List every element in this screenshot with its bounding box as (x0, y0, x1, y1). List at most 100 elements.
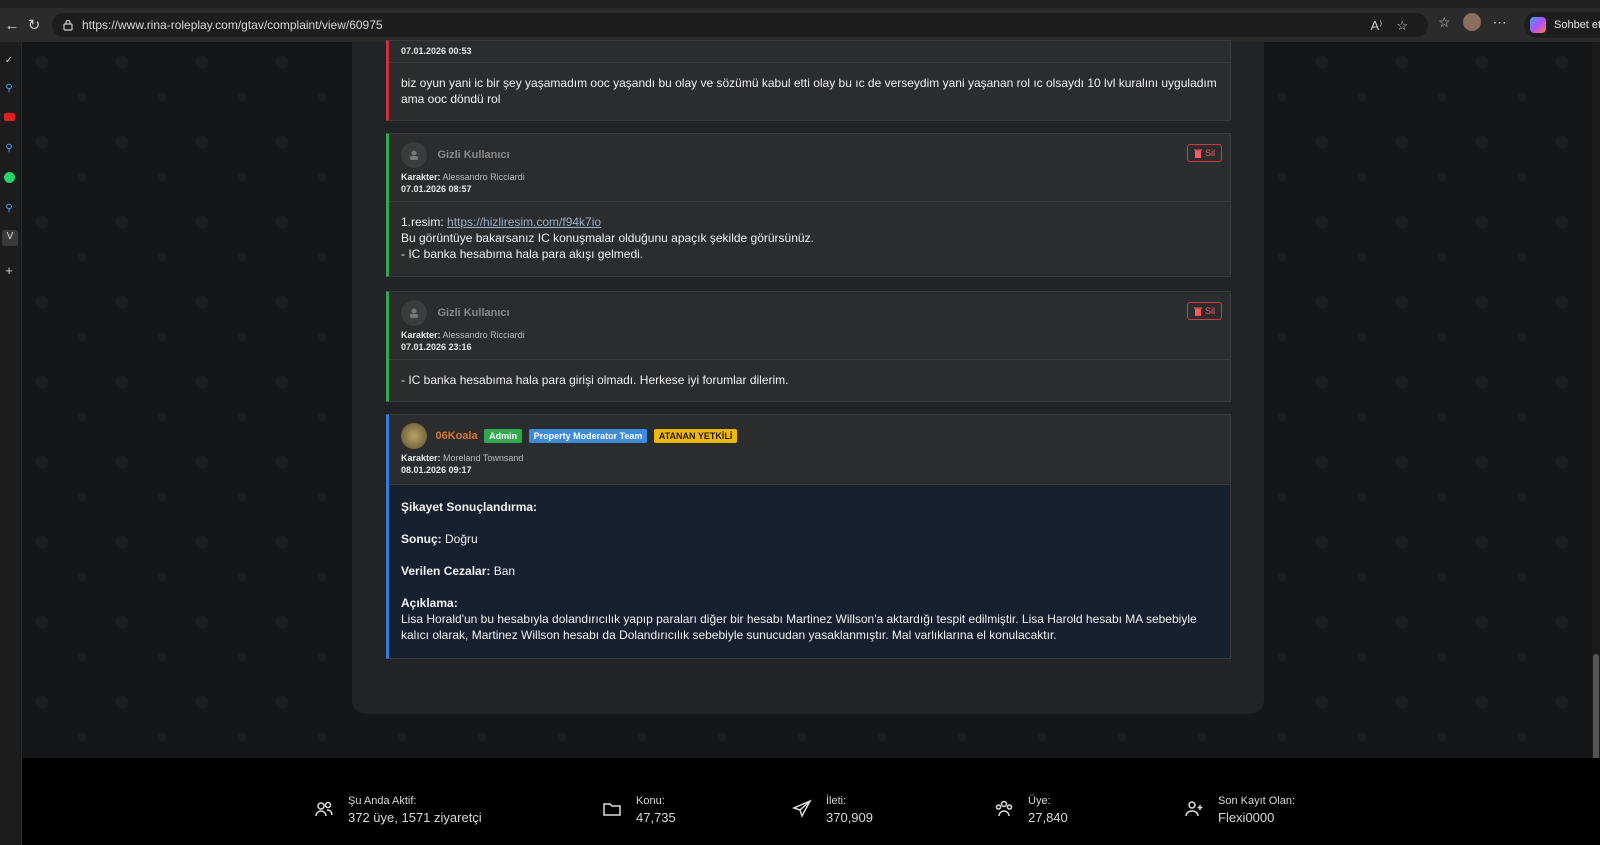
penalty-label: Verilen Cezalar: (401, 564, 491, 578)
stat-value: 27,840 (1028, 810, 1068, 825)
stat-label: İleti: (826, 795, 847, 807)
stat-members: Üye: 27,840 (994, 795, 1068, 825)
trash-icon (1193, 149, 1202, 158)
browser-sidebar: ✓ ⚲ ⚲ ⚲ V + (0, 42, 22, 845)
user-plus-icon (1185, 801, 1203, 817)
post-body: 1.resim: https://hizliresim.com/f94k7io … (389, 202, 1230, 274)
stat-label: Konu: (636, 795, 665, 807)
complaint-post: Gizli Kullanıcı Karakter: Alessandro Ric… (386, 291, 1231, 402)
penalty-value: Ban (493, 564, 516, 578)
assigned-badge: ATANAN YETKİLİ (653, 429, 738, 443)
post-header: 07.01.2026 00:53 (389, 41, 1230, 63)
character-line: Karakter: Alessandro Ricciardi (401, 172, 1218, 182)
image-link[interactable]: https://hizliresim.com/f94k7io (447, 215, 601, 229)
property-moderator-badge: Property Moderator Team (528, 429, 648, 443)
username: Gizli Kullanıcı (437, 307, 510, 319)
delete-button[interactable]: Sil (1186, 302, 1222, 320)
back-icon[interactable]: ← (0, 13, 24, 37)
post-date: 07.01.2026 00:53 (401, 46, 472, 56)
resolution-post: 06Koala Admin Property Moderator Team AT… (386, 414, 1231, 659)
copilot-button[interactable]: Sohbet et (1524, 12, 1600, 38)
users-icon (315, 801, 333, 817)
character-label: Karakter: (401, 172, 441, 182)
username: Gizli Kullanıcı (437, 149, 510, 161)
stat-newest-member: Son Kayıt Olan: Flexi0000 (1184, 795, 1295, 825)
username: 06Koala (435, 430, 478, 442)
delete-button[interactable]: Sil (1186, 144, 1222, 162)
send-icon (792, 799, 812, 818)
character-label: Karakter: (401, 330, 441, 340)
favorite-star-icon[interactable]: ☆ (1396, 18, 1408, 34)
stat-value: 47,735 (636, 810, 676, 825)
character-label: Karakter: (401, 453, 441, 463)
post-body: - IC banka hesabıma hala para girişi olm… (401, 373, 789, 387)
profile-avatar[interactable] (1462, 13, 1481, 31)
delete-label: Sil (1204, 306, 1215, 316)
search-icon[interactable]: ⚲ (2, 142, 16, 156)
add-icon[interactable]: + (2, 264, 16, 278)
complaint-post: Gizli Kullanıcı Karakter: Alessandro Ric… (386, 133, 1231, 277)
stat-value: 372 üye, 1571 ziyaretçi (348, 810, 482, 825)
avatar (401, 300, 427, 326)
favorites-icon[interactable]: ☆ (1438, 14, 1451, 31)
description-text: Lisa Horald'un bu hesabıyla dolandırıcıl… (401, 612, 1197, 642)
folder-icon (603, 803, 621, 816)
read-aloud-icon[interactable]: A⁾ (1370, 18, 1382, 34)
resolution-heading: Şikayet Sonuçlandırma: (401, 500, 538, 514)
result-label: Sonuç: (401, 532, 442, 546)
character-name: Alessandro Ricciardi (442, 172, 525, 182)
trash-icon (1193, 307, 1202, 316)
admin-badge: Admin (484, 429, 523, 443)
line-prefix: 1.resim: (401, 215, 448, 229)
body-line: 1.resim: https://hizliresim.com/f94k7io (401, 214, 1218, 230)
complaint-post: 07.01.2026 00:53 biz oyun yani ic bir şe… (386, 40, 1231, 121)
stat-label: Son Kayıt Olan: (1218, 795, 1296, 807)
post-header: Gizli Kullanıcı Karakter: Alessandro Ric… (389, 292, 1230, 360)
post-date: 07.01.2026 23:16 (401, 342, 472, 352)
stat-label: Şu Anda Aktif: (348, 795, 417, 807)
avatar (401, 423, 427, 449)
delete-label: Sil (1204, 148, 1215, 158)
character-name: Moreland Townsand (443, 453, 524, 463)
post-header: Gizli Kullanıcı Karakter: Alessandro Ric… (389, 134, 1230, 202)
more-menu-icon[interactable]: ⋯ (1493, 14, 1507, 31)
stat-value[interactable]: Flexi0000 (1218, 810, 1295, 825)
stat-posts: İleti: 370,909 (792, 795, 873, 825)
avatar (401, 142, 427, 168)
lock-icon (63, 19, 73, 31)
character-line: Karakter: Moreland Townsand (401, 453, 1218, 463)
url-text: https://www.rina-roleplay.com/gtav/compl… (82, 18, 383, 32)
user-silhouette-icon (410, 308, 418, 318)
refresh-icon[interactable]: ↻ (22, 13, 46, 37)
post-date: 07.01.2026 08:57 (401, 184, 472, 194)
copilot-label: Sohbet et (1554, 19, 1600, 31)
whatsapp-icon[interactable] (2, 172, 16, 186)
character-line: Karakter: Alessandro Ricciardi (401, 330, 1218, 340)
post-header: 06Koala Admin Property Moderator Team AT… (389, 415, 1230, 485)
post-date: 08.01.2026 09:17 (401, 465, 472, 475)
copilot-icon (1530, 17, 1546, 33)
body-line: - IC banka hesabıma hala para akışı gelm… (401, 247, 644, 261)
complaint-container: 07.01.2026 00:53 biz oyun yani ic bir şe… (352, 40, 1264, 714)
vscode-icon[interactable]: V (2, 230, 18, 246)
description-label: Açıklama: (401, 596, 458, 610)
scrollbar-thumb[interactable] (1593, 654, 1599, 764)
window-top-strip (0, 0, 1600, 8)
members-icon (995, 800, 1013, 817)
search-icon[interactable]: ⚲ (2, 202, 16, 216)
stat-label: Üye: (1028, 795, 1051, 807)
character-name: Alessandro Ricciardi (442, 330, 525, 340)
scrollbar[interactable] (1592, 42, 1600, 764)
search-icon[interactable]: ⚲ (2, 82, 16, 96)
chevron-down-icon[interactable]: ✓ (2, 54, 16, 68)
post-body: biz oyun yani ic bir şey yaşamadım ooc y… (401, 76, 1217, 106)
stat-topics: Konu: 47,735 (602, 795, 676, 825)
browser-toolbar: ← ↻ https://www.rina-roleplay.com/gtav/c… (0, 8, 1600, 42)
address-bar[interactable]: https://www.rina-roleplay.com/gtav/compl… (52, 13, 1428, 37)
youtube-icon[interactable] (2, 112, 16, 126)
user-silhouette-icon (410, 150, 418, 160)
footer-stats: Şu Anda Aktif: 372 üye, 1571 ziyaretçi Ko… (22, 758, 1600, 845)
post-body: Şikayet Sonuçlandırma: Sonuç: Doğru Veri… (389, 485, 1230, 658)
body-line: Bu görüntüye bakarsanız IC konuşmalar ol… (401, 231, 814, 245)
stat-value: 370,909 (826, 810, 873, 825)
